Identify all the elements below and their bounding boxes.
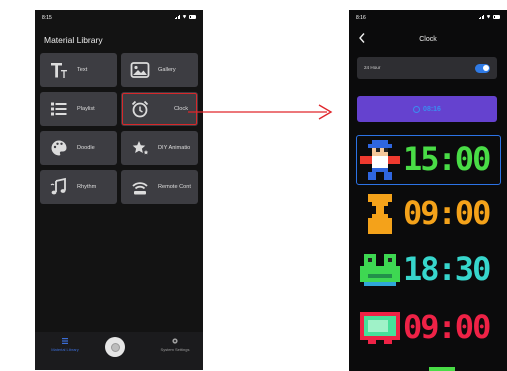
hour24-row: 24 Hour: [357, 57, 497, 79]
tile-label: Rhythm: [77, 184, 97, 190]
playlist-icon: [49, 99, 69, 119]
tile-label: DIY Animatio: [158, 145, 191, 151]
tile-label: Gallery: [158, 67, 176, 73]
clock-preset-5-partial[interactable]: [389, 362, 499, 371]
battery-icon: [493, 14, 500, 19]
hour24-label: 24 Hour: [364, 65, 381, 70]
signal-icon: [478, 14, 484, 19]
tile-label: Text: [77, 67, 88, 73]
hourglass-icon: [368, 194, 392, 234]
page-title: Material Library: [44, 35, 103, 45]
set-time-button[interactable]: 08:16: [357, 96, 497, 122]
remote-signal-icon: [130, 177, 150, 197]
tile-diy-animation[interactable]: DIY Animatio: [121, 131, 198, 165]
gear-icon: [172, 338, 178, 344]
clock-screen: 8:16 Clock 24 Hour 08:16 15:00 09:00 18:…: [349, 10, 507, 371]
preset-time: 15:00: [403, 140, 491, 178]
tile-gallery[interactable]: Gallery: [121, 53, 198, 87]
tile-doodle[interactable]: Doodle: [40, 131, 117, 165]
home-button[interactable]: [105, 337, 125, 357]
tile-text[interactable]: Text: [40, 53, 117, 87]
status-bar: 8:16: [349, 10, 507, 24]
clock-preset-1[interactable]: 15:00: [356, 135, 501, 185]
alarm-clock-icon: [130, 99, 150, 119]
hour24-toggle[interactable]: [475, 63, 490, 73]
page-title: Clock: [419, 36, 437, 43]
status-icons: [174, 14, 196, 19]
status-bar: 8:15: [35, 10, 203, 24]
signal-icon: [174, 14, 180, 19]
tile-playlist[interactable]: Playlist: [40, 92, 117, 126]
nav-system-settings[interactable]: System Settings: [153, 337, 197, 352]
preset-time: 18:30: [403, 250, 491, 288]
bottom-navigation: Material Library System Settings: [35, 332, 203, 370]
tile-remote-control[interactable]: Remote Cont: [121, 170, 198, 204]
preset-time: 09:00: [403, 194, 491, 232]
pixel-frog-icon: [360, 254, 400, 286]
wifi-icon: [182, 14, 187, 19]
status-time: 8:16: [356, 15, 366, 21]
clock-icon: [413, 105, 421, 113]
status-icons: [478, 14, 500, 19]
tile-label: Remote Cont: [158, 184, 191, 190]
preset-time: 09:00: [403, 308, 491, 346]
annotation-arrow: [188, 104, 333, 120]
power-icon: [110, 342, 120, 352]
nav-material-library[interactable]: Material Library: [45, 337, 85, 352]
text-icon: [49, 60, 69, 80]
tile-label: Doodle: [77, 145, 95, 151]
battery-icon: [189, 14, 196, 19]
palette-icon: [49, 138, 69, 158]
clock-preset-4[interactable]: 09:00: [357, 304, 500, 352]
music-note-icon: [49, 177, 69, 197]
clock-preset-3[interactable]: 18:30: [357, 246, 500, 294]
tile-clock[interactable]: Clock: [121, 92, 198, 126]
nav-label: System Settings: [160, 347, 190, 352]
tile-label: Playlist: [77, 106, 95, 112]
gallery-icon: [130, 60, 150, 80]
material-library-screen: 8:15 Material Library Text Gallery Playl…: [35, 10, 203, 370]
status-time: 8:15: [42, 15, 52, 21]
time-button-label: 08:16: [423, 105, 441, 113]
sparkle-star-icon: [130, 138, 150, 158]
material-grid: Text Gallery Playlist Clock Doodle DIY A…: [40, 53, 202, 204]
clock-preset-2[interactable]: 09:00: [357, 190, 500, 238]
tile-label: Clock: [174, 106, 188, 112]
tile-rhythm[interactable]: Rhythm: [40, 170, 117, 204]
pixel-tv-icon: [360, 312, 400, 344]
list-icon: [62, 338, 68, 344]
wifi-icon: [486, 14, 491, 19]
pixel-character-icon: [360, 140, 400, 180]
nav-label: Material Library: [51, 347, 79, 352]
